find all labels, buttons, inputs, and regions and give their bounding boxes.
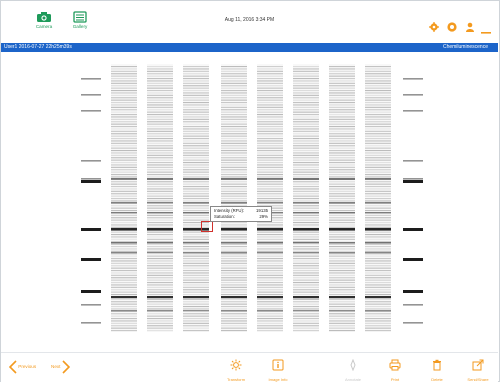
chevron-right-icon — [62, 360, 70, 374]
share-icon — [472, 359, 484, 371]
selection-marker[interactable] — [201, 221, 213, 232]
settings-button[interactable] — [429, 19, 439, 37]
user-button[interactable] — [465, 19, 475, 37]
top-bar: Camera Gallery Aug 11, 2016 3:34 PM — [1, 1, 498, 41]
image-info-button[interactable]: Image Info — [261, 358, 295, 382]
help-button[interactable] — [447, 19, 457, 37]
intensity-tooltip: Intensity (RFU): 19135 Saturation: 29% — [210, 206, 272, 222]
transform-label: Transform — [226, 377, 246, 382]
print-button[interactable]: Print — [378, 358, 412, 382]
help-icon — [447, 22, 457, 32]
saturation-value: 29% — [259, 214, 268, 219]
gallery-label: Gallery — [72, 24, 88, 29]
annotate-button[interactable]: Annotate — [336, 358, 370, 382]
user-icon — [466, 22, 474, 32]
gel-image — [81, 64, 423, 332]
annotate-icon — [350, 358, 356, 372]
delete-label: Delete — [431, 377, 443, 382]
image-info-label: Image Info — [268, 377, 288, 382]
imaging-mode: Chemiluminescence — [442, 44, 488, 50]
delete-button[interactable]: Delete — [420, 358, 454, 382]
camera-label: Camera — [35, 24, 53, 29]
transform-icon — [230, 359, 242, 371]
share-button[interactable]: Send/Share — [461, 358, 495, 382]
minus-icon — [481, 32, 491, 34]
bottom-toolbar: Previous Next Transform Image Info Annot… — [1, 352, 498, 382]
transform-button[interactable]: Transform — [219, 358, 253, 382]
image-info-icon — [272, 359, 284, 371]
intensity-value: 19135 — [256, 208, 268, 213]
print-label: Print — [390, 377, 400, 382]
share-label: Send/Share — [467, 377, 489, 382]
collapse-button[interactable] — [481, 22, 491, 40]
chevron-left-icon — [8, 360, 17, 374]
annotate-label: Annotate — [344, 377, 361, 382]
gel-image-viewer[interactable] — [1, 52, 498, 350]
image-title-bar: User1 2016-07-27 22h25m39s Chemiluminesc… — [1, 43, 498, 52]
previous-label: Previous — [18, 364, 37, 370]
previous-button[interactable]: Previous — [8, 360, 37, 374]
print-icon — [389, 359, 401, 371]
intensity-label: Intensity (RFU): — [214, 208, 245, 213]
gear-icon — [429, 22, 439, 32]
trash-icon — [433, 359, 441, 371]
image-name: User1 2016-07-27 22h25m39s — [4, 44, 72, 50]
saturation-label: Saturation: — [214, 214, 235, 219]
datetime-display: Aug 11, 2016 3:34 PM — [224, 17, 275, 23]
next-label: Next — [51, 364, 61, 370]
next-button[interactable]: Next — [51, 360, 70, 374]
